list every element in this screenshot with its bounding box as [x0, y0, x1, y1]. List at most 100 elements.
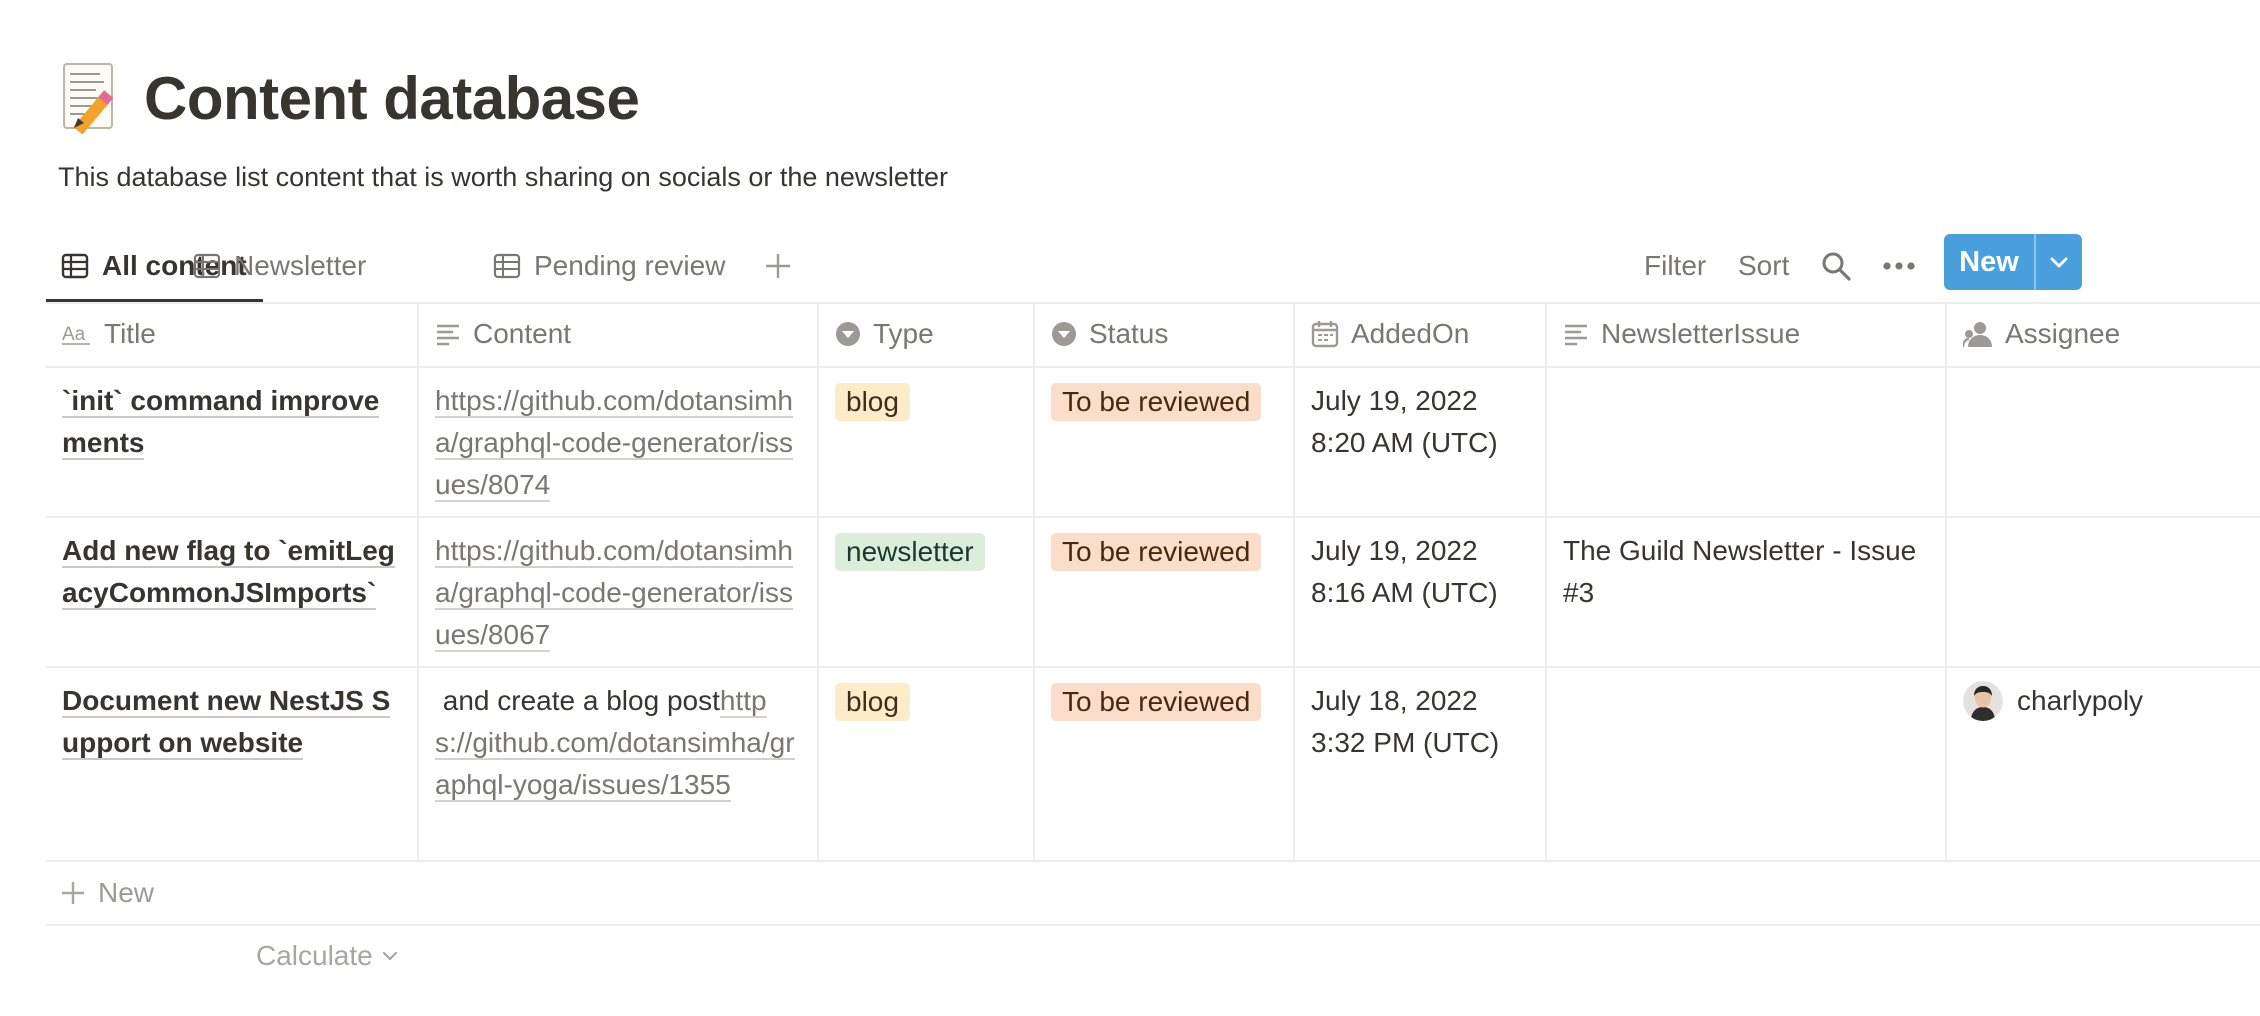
status-tag: To be reviewed — [1051, 383, 1262, 421]
addedon-cell[interactable]: July 19, 2022 8:20 AM (UTC) — [1294, 367, 1547, 518]
content-cell[interactable]: and create a blog posthttps://github.com… — [418, 667, 819, 862]
sort-button[interactable]: Sort — [1738, 232, 1789, 300]
filter-label: Filter — [1644, 250, 1707, 281]
column-label: AddedOn — [1351, 318, 1470, 349]
new-options-dropdown[interactable] — [2036, 234, 2082, 290]
calendar-icon — [1311, 321, 1339, 348]
new-row-label: New — [98, 877, 155, 908]
column-label: Type — [873, 318, 934, 349]
avatar — [1963, 681, 2003, 721]
column-label: Assignee — [2005, 318, 2121, 349]
plus-icon — [766, 254, 790, 278]
content-cell[interactable]: https://github.com/dotansimha/graphql-co… — [418, 517, 819, 668]
assignee-name: charlypoly — [2017, 685, 2144, 716]
type-cell[interactable]: blog — [818, 667, 1035, 862]
page-title: Content database — [144, 64, 640, 132]
tab-label: Newsletter — [234, 250, 367, 281]
column-label: Content — [473, 318, 572, 349]
status-cell[interactable]: To be reviewed — [1034, 667, 1295, 862]
title-cell[interactable]: Add new flag to `emitLegacyCommonJSImpor… — [46, 517, 419, 668]
assignee-cell[interactable] — [1946, 517, 2260, 668]
added-time: 8:20 AM (UTC) — [1311, 427, 1498, 458]
search-button[interactable] — [1820, 232, 1852, 300]
status-cell[interactable]: To be reviewed — [1034, 517, 1295, 668]
type-tag: blog — [835, 683, 910, 721]
assignee-cell[interactable] — [1946, 367, 2260, 518]
column-header-type[interactable]: Type — [818, 302, 1035, 368]
status-cell[interactable]: To be reviewed — [1034, 367, 1295, 518]
newsletterissue-cell[interactable] — [1546, 367, 1947, 518]
svg-text:Aa: Aa — [62, 324, 86, 345]
assignee-chip[interactable]: charlypoly — [1963, 680, 2244, 722]
content-cell[interactable]: https://github.com/dotansimha/graphql-co… — [418, 367, 819, 518]
column-label: NewsletterIssue — [1601, 318, 1801, 349]
text-aa-icon: Aa — [62, 324, 90, 345]
column-header-newsletterissue[interactable]: NewsletterIssue — [1546, 302, 1947, 368]
assignee-cell[interactable]: charlypoly — [1946, 667, 2260, 862]
text-lines-icon — [1565, 324, 1587, 346]
title-cell[interactable]: `init` command improvements — [46, 367, 419, 518]
column-header-addedon[interactable]: AddedOn — [1294, 302, 1547, 368]
table-icon — [60, 251, 90, 281]
table-row[interactable]: `init` command improvements https://gith… — [46, 367, 2260, 518]
content-table: Aa Title Content Type Status AddedOn New… — [46, 302, 2260, 862]
added-date: July 18, 2022 — [1311, 685, 1478, 716]
table-header-row: Aa Title Content Type Status AddedOn New… — [46, 302, 2260, 368]
more-options-button[interactable] — [1882, 232, 1916, 300]
addedon-cell[interactable]: July 18, 2022 3:32 PM (UTC) — [1294, 667, 1547, 862]
type-tag: newsletter — [835, 533, 985, 571]
column-label: Title — [104, 318, 156, 349]
row-title[interactable]: `init` command improvements — [62, 385, 380, 460]
title-cell[interactable]: Document new NestJS Support on website — [46, 667, 419, 862]
status-tag: To be reviewed — [1051, 683, 1262, 721]
newsletterissue-cell[interactable]: The Guild Newsletter - Issue #3 — [1546, 517, 1947, 668]
add-view-button[interactable] — [758, 246, 798, 286]
table-icon — [492, 251, 522, 281]
memo-pencil-icon[interactable] — [58, 61, 126, 135]
type-tag: blog — [835, 383, 910, 421]
new-button-label: New — [1944, 234, 2036, 290]
row-title[interactable]: Add new flag to `emitLegacyCommonJSImpor… — [62, 535, 395, 610]
tab-newsletter[interactable]: Newsletter — [192, 232, 366, 300]
content-prefix: and create a blog post — [435, 685, 720, 716]
column-header-content[interactable]: Content — [418, 302, 819, 368]
added-date: July 19, 2022 — [1311, 385, 1478, 416]
add-new-row-button[interactable]: New — [46, 862, 2260, 926]
page-description: This database list content that is worth… — [58, 162, 948, 192]
type-cell[interactable]: newsletter — [818, 517, 1035, 668]
added-date: July 19, 2022 — [1311, 535, 1478, 566]
content-link[interactable]: https://github.com/dotansimha/graphql-co… — [435, 535, 793, 652]
calculate-button[interactable]: Calculate — [256, 940, 399, 972]
page-header: Content database This database list cont… — [58, 58, 1758, 193]
person-icon — [1963, 322, 1992, 348]
tab-pending-review[interactable]: Pending review — [492, 232, 725, 300]
database-views-bar: All content Newsletter Pending review Fi… — [46, 232, 2260, 304]
more-horizontal-icon — [1883, 262, 1915, 270]
table-row[interactable]: Add new flag to `emitLegacyCommonJSImpor… — [46, 517, 2260, 668]
addedon-cell[interactable]: July 19, 2022 8:16 AM (UTC) — [1294, 517, 1547, 668]
calculate-label: Calculate — [256, 940, 373, 971]
table-icon — [192, 251, 222, 281]
column-header-assignee[interactable]: Assignee — [1946, 302, 2260, 368]
column-label: Status — [1089, 318, 1169, 349]
new-record-button[interactable]: New — [1944, 234, 2082, 290]
select-icon — [836, 322, 860, 346]
search-icon — [1822, 252, 1851, 281]
newsletterissue-cell[interactable] — [1546, 667, 1947, 862]
chevron-down-icon — [382, 951, 397, 961]
added-time: 8:16 AM (UTC) — [1311, 577, 1498, 608]
plus-icon — [60, 880, 86, 906]
chevron-down-icon — [2050, 257, 2068, 268]
filter-button[interactable]: Filter — [1644, 232, 1706, 300]
table-row[interactable]: Document new NestJS Support on website a… — [46, 667, 2260, 862]
tab-label: Pending review — [534, 250, 726, 281]
added-time: 3:32 PM (UTC) — [1311, 727, 1500, 758]
column-header-status[interactable]: Status — [1034, 302, 1295, 368]
sort-label: Sort — [1738, 250, 1790, 281]
type-cell[interactable]: blog — [818, 367, 1035, 518]
status-tag: To be reviewed — [1051, 533, 1262, 571]
column-header-title[interactable]: Aa Title — [46, 302, 419, 368]
content-link[interactable]: https://github.com/dotansimha/graphql-co… — [435, 385, 793, 502]
text-lines-icon — [437, 324, 459, 346]
row-title[interactable]: Document new NestJS Support on website — [62, 685, 391, 760]
